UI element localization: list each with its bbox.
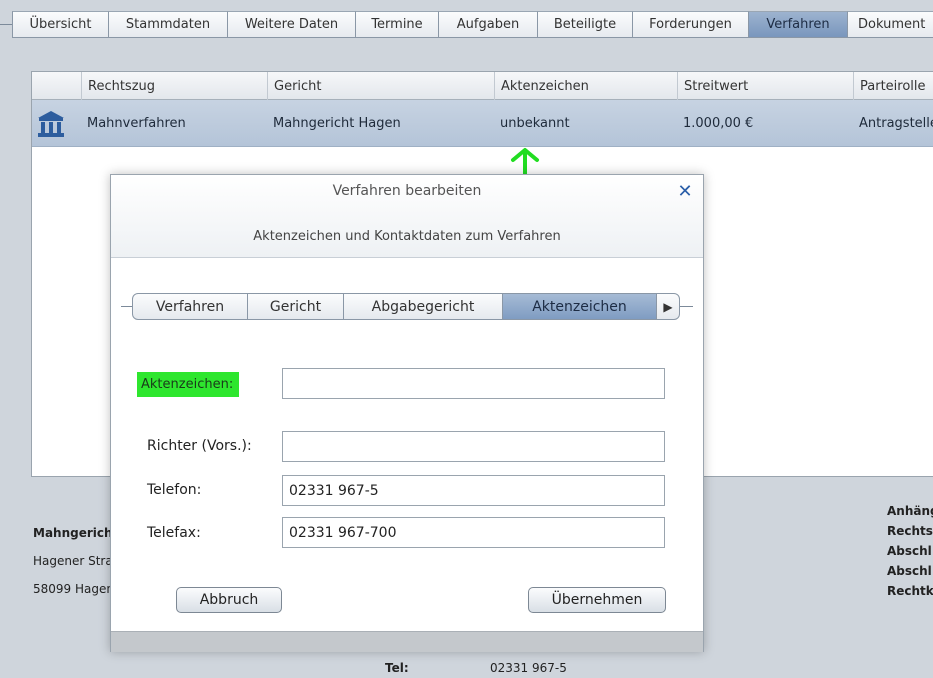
table-header: Rechtszug Gericht Aktenzeichen Streitwer… — [32, 72, 933, 100]
tab-beteiligte[interactable]: Beteiligte — [537, 11, 633, 38]
column-header-streitwert[interactable]: Streitwert — [677, 72, 853, 100]
close-icon[interactable]: ✕ — [675, 181, 695, 202]
tab-forderungen[interactable]: Forderungen — [632, 11, 749, 38]
dialog-header: Verfahren bearbeiten ✕ Aktenzeichen und … — [111, 175, 703, 258]
richter-label: Richter (Vors.): — [147, 438, 252, 454]
column-header-aktenzeichen[interactable]: Aktenzeichen — [494, 72, 677, 100]
aktenzeichen-label: Aktenzeichen: — [137, 372, 240, 397]
column-header-parteirolle[interactable]: Parteirolle — [853, 72, 933, 100]
telefon-input[interactable] — [282, 475, 665, 506]
court-city: 58099 Hagen — [33, 582, 114, 596]
triangle-right-icon[interactable]: ▶ — [656, 293, 680, 320]
column-header-gericht[interactable]: Gericht — [267, 72, 494, 100]
tab-stammdaten[interactable]: Stammdaten — [108, 11, 228, 38]
cell-parteirolle: Antragstelle — [859, 116, 933, 131]
cell-rechtszug: Mahnverfahren — [87, 116, 186, 131]
main-tab-bar: Übersicht Stammdaten Weitere Daten Termi… — [0, 0, 933, 40]
subtab-abgabegericht[interactable]: Abgabegericht — [343, 293, 503, 320]
subtab-line-right — [679, 306, 693, 307]
subtab-verfahren[interactable]: Verfahren — [132, 293, 248, 320]
tab-weitere-daten[interactable]: Weitere Daten — [227, 11, 356, 38]
dialog-subtitle: Aktenzeichen und Kontaktdaten zum Verfah… — [253, 229, 561, 244]
apply-button[interactable]: Übernehmen — [528, 587, 666, 613]
table-row[interactable]: Mahnverfahren Mahngericht Hagen unbekann… — [32, 100, 933, 147]
dialog-footer-bar — [111, 631, 703, 652]
court-building-icon — [38, 111, 64, 137]
tel-label: Tel: — [385, 661, 409, 675]
cell-gericht: Mahngericht Hagen — [273, 116, 401, 131]
detail-label-rechtskraft: Rechtk — [887, 584, 933, 598]
cell-streitwert: 1.000,00 € — [683, 116, 754, 131]
aktenzeichen-input[interactable] — [282, 368, 665, 399]
telefax-input[interactable] — [282, 517, 665, 548]
edit-procedure-dialog: Verfahren bearbeiten ✕ Aktenzeichen und … — [110, 174, 704, 652]
subtab-gericht[interactable]: Gericht — [247, 293, 344, 320]
tab-verfahren[interactable]: Verfahren — [748, 11, 848, 38]
dialog-title: Verfahren bearbeiten — [332, 183, 482, 199]
tel-value: 02331 967-5 — [490, 661, 567, 675]
detail-label-abschluss-2: Abschl — [887, 564, 932, 578]
court-street: Hagener Stra — [33, 554, 113, 568]
column-header-rechtszug[interactable]: Rechtszug — [81, 72, 267, 100]
detail-label-abschluss-1: Abschl — [887, 544, 932, 558]
richter-input[interactable] — [282, 431, 665, 462]
tab-dokumente[interactable]: Dokument — [847, 11, 933, 38]
tab-aufgaben[interactable]: Aufgaben — [438, 11, 538, 38]
telefon-label: Telefon: — [147, 482, 202, 498]
detail-label-rechts: Rechts — [887, 524, 933, 538]
tab-termine[interactable]: Termine — [355, 11, 439, 38]
subtab-aktenzeichen[interactable]: Aktenzeichen — [502, 293, 657, 320]
cancel-button[interactable]: Abbruch — [176, 587, 282, 613]
tab-uebersicht[interactable]: Übersicht — [12, 11, 109, 38]
detail-label-anhaengig: Anhäng — [887, 504, 933, 518]
court-name: Mahngerich — [33, 526, 113, 540]
telefax-label: Telefax: — [147, 525, 201, 541]
cell-aktenzeichen: unbekannt — [500, 116, 570, 131]
